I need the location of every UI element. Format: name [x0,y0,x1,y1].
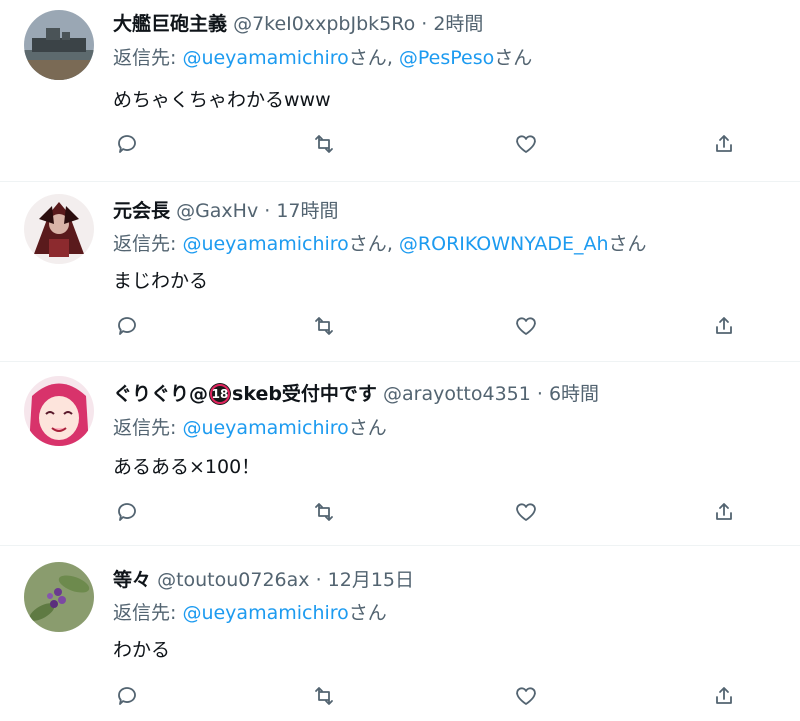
like-button[interactable] [512,682,540,710]
reply-to-line: 返信先: @ueyamamichiroさん [113,600,387,626]
reply-prefix: 返信先: [113,47,183,69]
reply-button[interactable] [113,682,141,710]
timestamp[interactable]: 6時間 [549,383,599,405]
user-handle[interactable]: @GaxHv [176,200,258,222]
separator-dot: · [530,383,549,405]
reply-prefix: 返信先: [113,233,183,255]
honorific: さん [348,47,387,69]
tweet-text: あるある×100！ [113,456,261,478]
share-icon [716,135,732,152]
honorific: さん [608,233,647,255]
like-button[interactable] [512,130,540,158]
reply-icon [118,687,136,705]
mention-link[interactable]: @RORIKOWNYADE_Ah [399,233,609,255]
share-button[interactable] [710,130,738,158]
like-icon [516,503,536,521]
reply-button[interactable] [113,312,141,340]
share-icon [716,503,732,520]
like-icon [516,687,536,705]
user-handle[interactable]: @toutou0726ax [157,569,309,591]
retweet-button[interactable] [310,312,338,340]
retweet-button[interactable] [310,130,338,158]
display-name[interactable]: 等々 [113,569,151,591]
tweet-text: わかる [113,639,171,661]
age-18-badge: 18 [209,383,232,405]
reply-feed: 大艦巨砲主義 @7keI0xxpbJbk5Ro · 2時間 返信先: @ueya… [0,0,800,721]
mention-link[interactable]: @PesPeso [399,47,494,69]
display-name-suffix: skeb受付中です [232,383,377,405]
warship-avatar-image [24,10,94,80]
mention-link[interactable]: @ueyamamichiro [182,602,348,624]
reply-icon [118,135,136,153]
mention-link[interactable]: @ueyamamichiro [182,47,348,69]
mention-link[interactable]: @ueyamamichiro [182,233,348,255]
display-name[interactable]: 元会長 [113,200,170,222]
like-icon [516,135,536,153]
separator-dot: · [258,200,277,222]
tweet-1[interactable]: 大艦巨砲主義 @7keI0xxpbJbk5Ro · 2時間 返信先: @ueya… [0,0,800,182]
tweet-header: 等々 @toutou0726ax · 12月15日 [113,567,414,593]
reply-to-line: 返信先: @ueyamamichiroさん, @RORIKOWNYADE_Ahさ… [113,231,647,257]
avatar[interactable] [24,194,94,264]
retweet-icon [315,317,333,335]
mention-link[interactable]: @ueyamamichiro [182,417,348,439]
retweet-button[interactable] [310,682,338,710]
anime-avatar-image [24,376,94,446]
display-name[interactable]: 大艦巨砲主義 [113,13,227,35]
reply-prefix: 返信先: [113,602,183,624]
retweet-icon [315,503,333,521]
tweet-header: ぐりぐり@ 18 skeb受付中です @arayotto4351 · 6時間 [113,381,599,407]
timestamp[interactable]: 17時間 [276,200,338,222]
reply-icon [118,317,136,335]
avatar[interactable] [24,10,94,80]
separator-dot: · [415,13,434,35]
flower-avatar-image [24,562,94,632]
share-icon [716,687,732,704]
tweet-2[interactable]: 元会長 @GaxHv · 17時間 返信先: @ueyamamichiroさん,… [0,182,800,362]
share-button[interactable] [710,312,738,340]
display-name-prefix: ぐりぐり@ [113,383,209,405]
user-handle[interactable]: @7keI0xxpbJbk5Ro [233,13,415,35]
character-avatar-image [24,194,94,264]
reply-to-line: 返信先: @ueyamamichiroさん, @PesPesoさん [113,45,532,71]
like-button[interactable] [512,498,540,526]
tweet-header: 大艦巨砲主義 @7keI0xxpbJbk5Ro · 2時間 [113,11,483,37]
honorific: さん [348,602,387,624]
reply-button[interactable] [113,498,141,526]
share-icon [716,317,732,334]
tweet-text: めちゃくちゃわかるwww [113,89,331,111]
reply-prefix: 返信先: [113,417,183,439]
tweet-4[interactable]: 等々 @toutou0726ax · 12月15日 返信先: @ueyamami… [0,546,800,721]
reply-button[interactable] [113,130,141,158]
comma: , [386,47,399,69]
timestamp[interactable]: 2時間 [433,13,483,35]
separator-dot: · [309,569,328,591]
retweet-button[interactable] [310,498,338,526]
share-button[interactable] [710,682,738,710]
share-button[interactable] [710,498,738,526]
retweet-icon [315,135,333,153]
honorific: さん [494,47,533,69]
avatar[interactable] [24,562,94,632]
like-button[interactable] [512,312,540,340]
display-name[interactable]: ぐりぐり@ 18 skeb受付中です [113,383,377,405]
user-handle[interactable]: @arayotto4351 [383,383,531,405]
honorific: さん [348,417,387,439]
honorific: さん [348,233,387,255]
tweet-3[interactable]: ぐりぐり@ 18 skeb受付中です @arayotto4351 · 6時間 返信先… [0,362,800,546]
avatar[interactable] [24,376,94,446]
tweet-text: まじわかる [113,270,209,292]
retweet-icon [315,687,333,705]
comma: , [386,233,399,255]
reply-icon [118,503,136,521]
reply-to-line: 返信先: @ueyamamichiroさん [113,415,387,441]
tweet-header: 元会長 @GaxHv · 17時間 [113,198,339,224]
like-icon [516,317,536,335]
timestamp[interactable]: 12月15日 [328,569,414,591]
